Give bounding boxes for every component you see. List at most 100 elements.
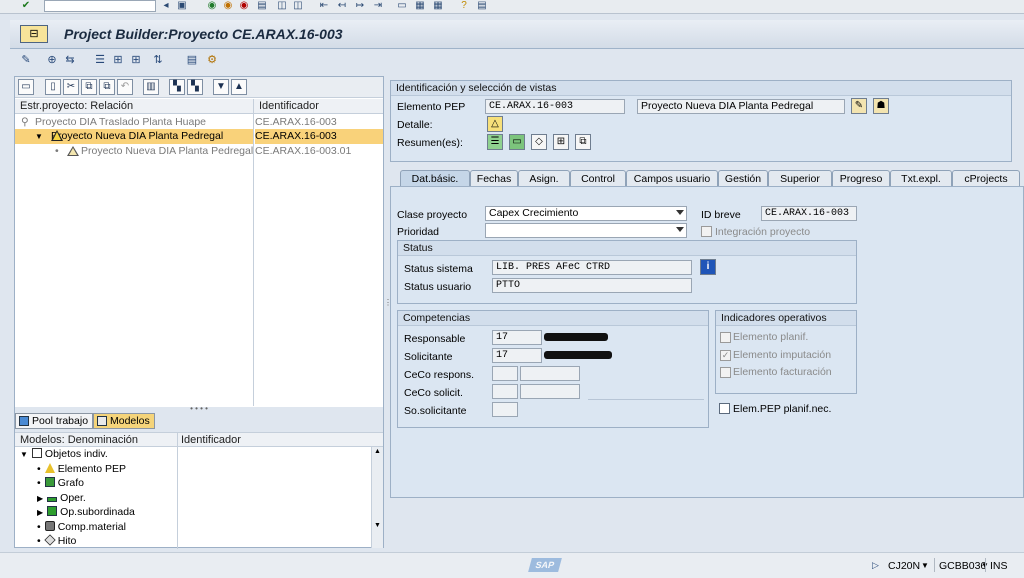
shortcut-icon[interactable]: ▦ (414, 0, 426, 12)
transaction-code[interactable]: CJ20N (888, 560, 920, 572)
tree-row-selected[interactable]: ▼ Proyecto Nueva DIA Planta Pedregal CE.A… (15, 129, 383, 144)
edit-pencil-icon[interactable]: ✎ (851, 98, 867, 114)
tab-superior[interactable]: Superior (768, 170, 832, 187)
command-field[interactable] (44, 0, 156, 12)
link-icon[interactable]: ⇆ (62, 53, 78, 67)
sort-icon[interactable]: ⇅ (150, 53, 166, 67)
ceco-applic-field[interactable] (492, 384, 518, 399)
tab-txt-expl[interactable]: Txt.expl. (890, 170, 952, 187)
tab-campos-usuario[interactable]: Campos usuario (626, 170, 718, 187)
find-next-icon[interactable]: ◫ (292, 0, 304, 12)
chevron-down-icon[interactable]: ▼ (921, 561, 929, 570)
tab-dat-basic[interactable]: Dat.básic. (400, 170, 470, 187)
tree-row[interactable]: • Proyecto Nueva DIA Planta Pedregal CE.A… (15, 144, 383, 159)
next-page-icon[interactable]: ↦ (354, 0, 366, 12)
account-assignment-checkbox[interactable]: ✓ (720, 350, 731, 361)
list-item[interactable]: ▶ Oper. (15, 491, 369, 506)
col-name-header[interactable]: Modelos: Denominación (20, 434, 138, 446)
col-relation-header[interactable]: Estr.proyecto: Relación (20, 100, 133, 112)
pep-planning-required-checkbox[interactable] (719, 403, 730, 414)
first-page-icon[interactable]: ⇤ (318, 0, 330, 12)
list-item[interactable]: • Elemento PEP (15, 462, 369, 477)
list-item[interactable]: • Grafo (15, 476, 369, 491)
tab-cprojects[interactable]: cProjects (952, 170, 1020, 187)
expand-arrow-icon[interactable]: ▶ (37, 508, 43, 517)
list-item[interactable]: ▼ Objetos indiv. (15, 447, 369, 462)
tab-modelos[interactable]: Modelos (93, 413, 155, 429)
models-scrollbar[interactable]: ▲ ▼ (371, 447, 383, 548)
project-class-select[interactable]: Capex Crecimiento (485, 206, 687, 221)
list-item[interactable]: • Hito (15, 534, 369, 549)
open-folder-icon[interactable]: ▭ (18, 79, 34, 95)
copy-icon[interactable]: ⧉ (81, 79, 97, 95)
expand-down-icon[interactable]: ▼ (213, 79, 229, 95)
responsible-field[interactable]: 17 (492, 330, 542, 345)
find-next-binoculars-icon[interactable]: ▚ (187, 79, 203, 95)
settings-gear-icon[interactable]: ⚙ (204, 53, 220, 67)
collapse-up-icon[interactable]: ▲ (231, 79, 247, 95)
pep-description-field[interactable]: Proyecto Nueva DIA Planta Pedregal (637, 99, 845, 114)
status-expand-icon[interactable]: ▷ (872, 560, 879, 571)
pep-field[interactable]: CE.ARAX.16-003 (485, 99, 625, 114)
billing-element-checkbox[interactable] (720, 367, 731, 378)
ceco-resp-field[interactable] (492, 366, 518, 381)
company-applicant-field[interactable] (492, 402, 518, 417)
find-icon[interactable]: ◫ (276, 0, 288, 12)
vertical-splitter[interactable]: ⋮ (384, 299, 392, 320)
tab-control[interactable]: Control (570, 170, 626, 187)
structure-icon[interactable]: ⊞ (110, 53, 126, 67)
new-session-icon[interactable]: ▭ (396, 0, 408, 12)
new-doc-icon[interactable]: ▯ (45, 79, 61, 95)
user-status-field[interactable]: PTTO (492, 278, 692, 293)
summary-hierarchy-icon[interactable]: ⊞ (553, 134, 569, 150)
short-id-field[interactable]: CE.ARAX.16-003 (761, 206, 857, 221)
enter-check-icon[interactable]: ✔ (20, 0, 32, 12)
expand-triangle-icon[interactable]: ▼ (20, 450, 28, 459)
cancel-icon[interactable]: ◉ (238, 0, 250, 12)
undo-icon[interactable]: ↶ (117, 79, 133, 95)
summary-network-icon[interactable]: ▭ (509, 134, 525, 150)
system-status-field[interactable]: LIB. PRES AFeC CTRD (492, 260, 692, 275)
list-item[interactable]: ▶ Op.subordinada (15, 505, 369, 520)
tree-row[interactable]: ⚲ Proyecto DIA Traslado Planta Huape CE.A… (15, 115, 383, 130)
cut-icon[interactable]: ✂ (63, 79, 79, 95)
ceco-applic-desc-field[interactable] (520, 384, 580, 399)
tab-gestion[interactable]: Gestión (718, 170, 768, 187)
paste-icon[interactable]: ⧉ (99, 79, 115, 95)
expand-triangle-icon[interactable]: ▼ (15, 129, 51, 144)
info-icon[interactable]: i (700, 259, 716, 275)
input-mode[interactable]: INS (990, 560, 1008, 572)
col-id-header[interactable]: Identificador (259, 100, 319, 112)
integration-checkbox[interactable] (701, 226, 712, 237)
help-icon[interactable]: ? (458, 0, 470, 12)
edit-pencil-icon[interactable]: ✎ (18, 53, 34, 67)
expand-arrow-icon[interactable]: ▶ (37, 494, 43, 503)
find-binoculars-icon[interactable]: ▚ (169, 79, 185, 95)
applicant-field[interactable]: 17 (492, 348, 542, 363)
person-icon[interactable]: ☗ (873, 98, 889, 114)
settings-icon[interactable]: ▤ (476, 0, 488, 12)
col-id-header[interactable]: Identificador (181, 434, 241, 446)
network-icon[interactable]: ⊞ (128, 53, 144, 67)
last-page-icon[interactable]: ⇥ (372, 0, 384, 12)
print-icon[interactable]: ▤ (256, 0, 268, 12)
wbs-detail-icon[interactable]: △ (487, 116, 503, 132)
summary-structure-icon[interactable]: ☰ (487, 134, 503, 150)
summary-documents-icon[interactable]: ⧉ (575, 134, 591, 150)
list-item[interactable]: • Comp.material (15, 520, 369, 535)
tab-pool-trabajo[interactable]: Pool trabajo (15, 413, 94, 429)
where-used-icon[interactable]: ⊕ (44, 53, 60, 67)
planning-element-checkbox[interactable] (720, 332, 731, 343)
priority-select[interactable] (485, 223, 687, 238)
ceco-resp-desc-field[interactable] (520, 366, 580, 381)
prev-page-icon[interactable]: ↤ (336, 0, 348, 12)
tab-progreso[interactable]: Progreso (832, 170, 890, 187)
back-icon[interactable]: ◉ (206, 0, 218, 12)
save-icon[interactable]: ▣ (176, 0, 188, 12)
layout-icon[interactable]: ▦ (432, 0, 444, 12)
hierarchy-icon[interactable]: ☰ (92, 53, 108, 67)
dropdown-arrow-icon[interactable]: ◂ (160, 0, 172, 12)
delete-icon[interactable]: ▥ (143, 79, 159, 95)
project-builder-icon[interactable]: ⊟ (20, 25, 48, 43)
tab-asign[interactable]: Asign. (518, 170, 570, 187)
